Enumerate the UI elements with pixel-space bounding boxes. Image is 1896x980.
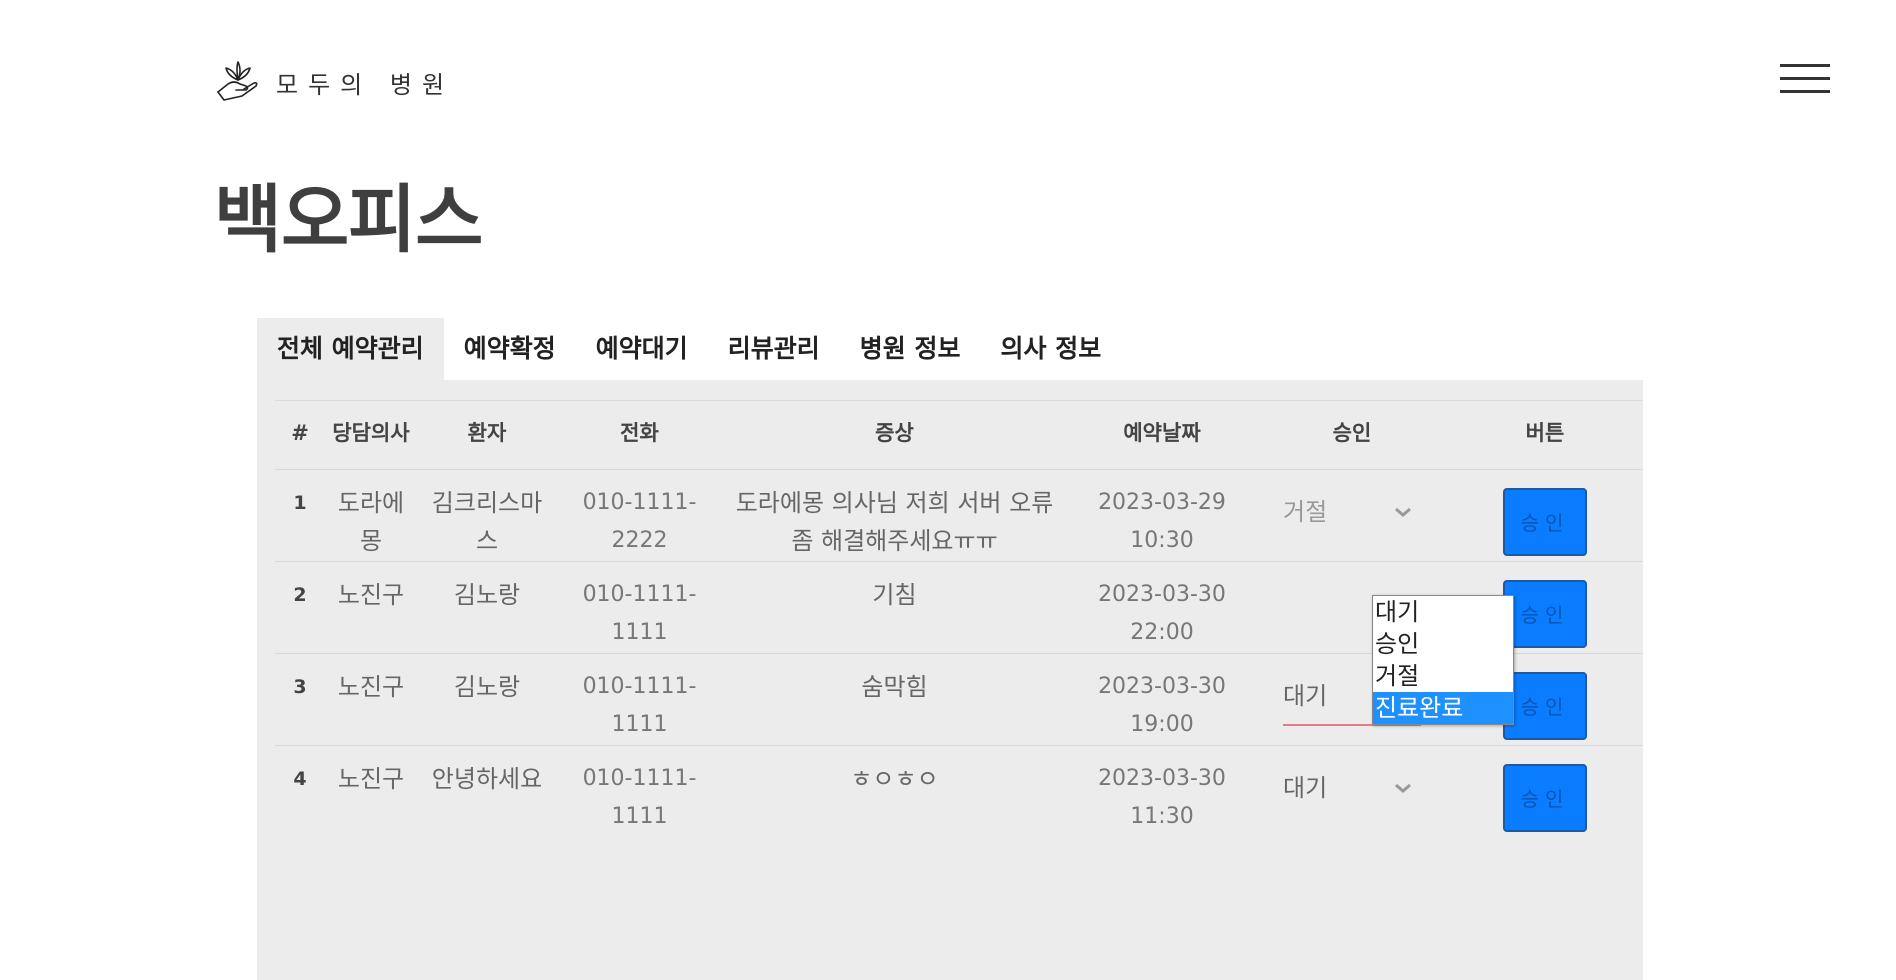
- status-option-pending[interactable]: 대기: [1373, 596, 1513, 628]
- phone-cell: 010-1111-1111: [557, 745, 722, 838]
- hamburger-icon: [1780, 64, 1830, 67]
- phone-cell: 010-1111-1111: [557, 653, 722, 746]
- hamburger-icon-line: [1780, 77, 1830, 80]
- patient-cell: 안녕하세요: [417, 745, 557, 838]
- reservation-date: 2023-03-30: [1098, 766, 1226, 791]
- column-header-approval: 승인: [1257, 400, 1447, 470]
- patient-cell: 김노랑: [417, 653, 557, 746]
- brand-name: 모두의 병원: [276, 70, 455, 99]
- date-cell: 2023-03-29 10:30: [1067, 469, 1257, 562]
- tab-hospital-info[interactable]: 병원 정보: [840, 318, 981, 380]
- date-cell: 2023-03-30 11:30: [1067, 745, 1257, 838]
- symptom-cell: 도라에몽 의사님 저희 서버 오류좀 해결해주세요ㅠㅠ: [722, 469, 1067, 562]
- tab-reviews[interactable]: 리뷰관리: [708, 318, 840, 380]
- tab-doctor-info[interactable]: 의사 정보: [980, 318, 1121, 380]
- tab-all-reservations[interactable]: 전체 예약관리: [257, 318, 444, 380]
- table-header-row: # 당담의사 환자 전화 증상 예약날짜 승인 버튼: [275, 400, 1643, 470]
- approve-button[interactable]: 승인: [1503, 764, 1587, 832]
- approval-cell: 대기: [1257, 745, 1447, 838]
- phone-cell: 010-1111-1111: [557, 561, 722, 654]
- patient-cell: 김노랑: [417, 561, 557, 654]
- reservation-time: 19:00: [1130, 712, 1194, 737]
- hamburger-menu-button[interactable]: [1780, 64, 1830, 98]
- table-row: 4 노진구 안녕하세요 010-1111-1111 ㅎㅇㅎㅇ 2023-03-3…: [275, 745, 1643, 838]
- status-option-rejected[interactable]: 거절: [1373, 660, 1513, 692]
- column-header-date: 예약날짜: [1067, 400, 1257, 470]
- column-header-button: 버튼: [1447, 400, 1643, 470]
- table-row: 1 도라에몽 김크리스마스 010-1111-2222 도라에몽 의사님 저희 …: [275, 469, 1643, 562]
- reservation-time: 10:30: [1130, 528, 1194, 553]
- column-header-symptom: 증상: [722, 400, 1067, 470]
- chevron-down-icon: [1395, 783, 1411, 793]
- status-select[interactable]: 대기: [1283, 768, 1421, 816]
- column-header-phone: 전화: [557, 400, 722, 470]
- doctor-cell: 노진구: [325, 653, 417, 746]
- row-number: 3: [275, 653, 325, 746]
- doctor-cell: 노진구: [325, 561, 417, 654]
- row-number: 1: [275, 469, 325, 562]
- row-number: 2: [275, 561, 325, 654]
- tab-pending[interactable]: 예약대기: [576, 318, 708, 380]
- status-dropdown-list: 대기 승인 거절 진료완료: [1372, 595, 1514, 725]
- row-number: 4: [275, 745, 325, 838]
- symptom-cell: 숨막힘: [722, 653, 1067, 746]
- approve-button[interactable]: 승인: [1503, 488, 1587, 556]
- chevron-down-icon: [1395, 507, 1411, 517]
- button-cell: 승인: [1447, 745, 1643, 838]
- reservation-time: 22:00: [1130, 620, 1194, 645]
- hamburger-icon-line: [1780, 90, 1830, 93]
- button-cell: 승인: [1447, 469, 1643, 562]
- symptom-cell: 기침: [722, 561, 1067, 654]
- doctor-cell: 노진구: [325, 745, 417, 838]
- tab-confirmed[interactable]: 예약확정: [444, 318, 576, 380]
- status-option-completed[interactable]: 진료완료: [1373, 692, 1513, 724]
- tab-bar: 전체 예약관리 예약확정 예약대기 리뷰관리 병원 정보 의사 정보: [257, 318, 1643, 380]
- doctor-cell: 도라에몽: [325, 469, 417, 562]
- phone-cell: 010-1111-2222: [557, 469, 722, 562]
- reservation-date: 2023-03-30: [1098, 674, 1226, 699]
- approve-button[interactable]: 승인: [1503, 580, 1587, 648]
- hand-leaf-icon: [217, 61, 258, 101]
- status-option-approved[interactable]: 승인: [1373, 628, 1513, 660]
- column-header-number: #: [275, 400, 325, 470]
- date-cell: 2023-03-30 19:00: [1067, 653, 1257, 746]
- approve-button[interactable]: 승인: [1503, 672, 1587, 740]
- symptom-cell: ㅎㅇㅎㅇ: [722, 745, 1067, 838]
- page-title: 백오피스: [214, 177, 483, 263]
- date-cell: 2023-03-30 22:00: [1067, 561, 1257, 654]
- reservation-date: 2023-03-29: [1098, 490, 1226, 515]
- column-header-patient: 환자: [417, 400, 557, 470]
- reservation-time: 11:30: [1130, 804, 1194, 829]
- patient-cell: 김크리스마스: [417, 469, 557, 562]
- approval-cell: 거절: [1257, 469, 1447, 562]
- brand-logo[interactable]: 모두의 병원: [214, 58, 454, 106]
- column-header-doctor: 당담의사: [325, 400, 417, 470]
- status-select[interactable]: 거절: [1283, 492, 1421, 540]
- reservation-date: 2023-03-30: [1098, 582, 1226, 607]
